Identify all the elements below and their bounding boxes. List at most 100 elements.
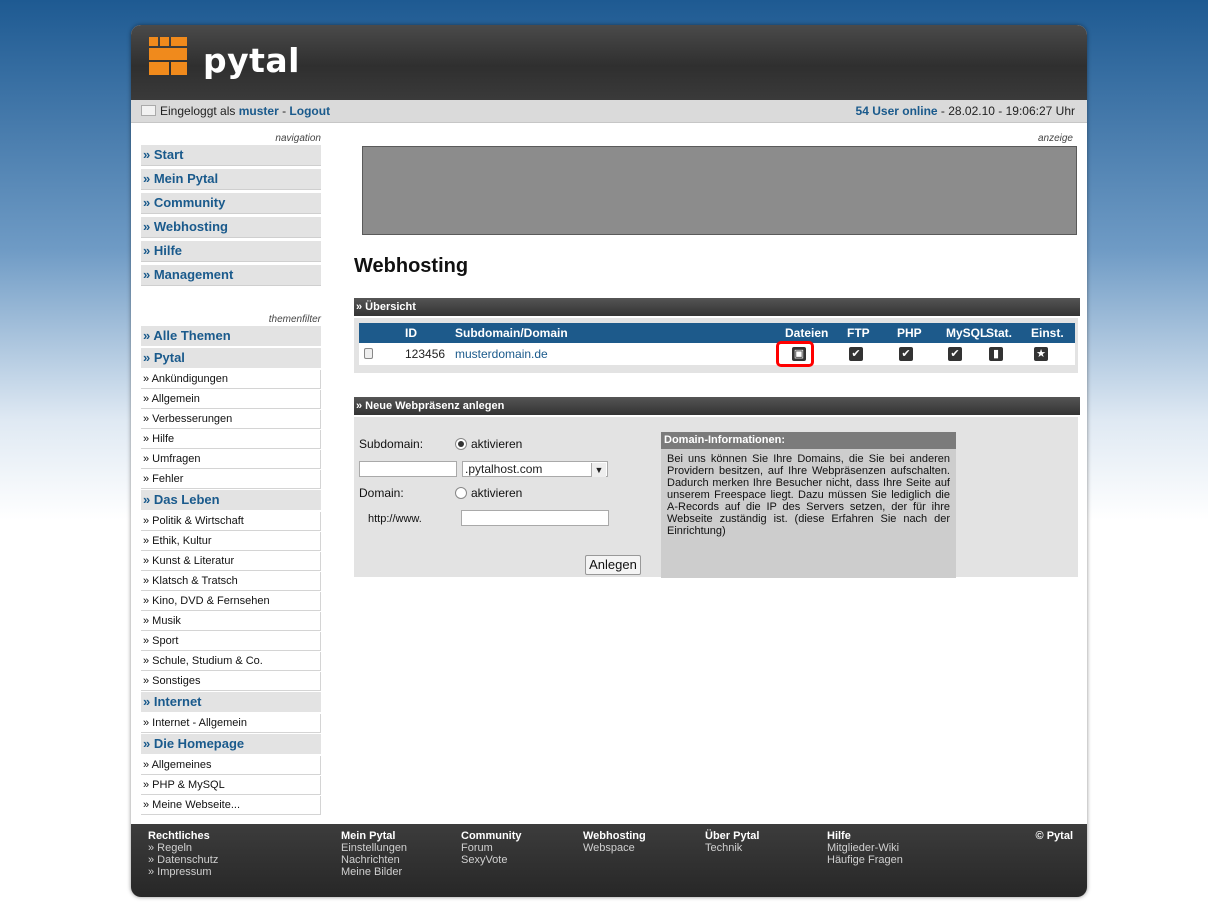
topic-item[interactable]: » Fehler	[141, 470, 321, 489]
footer-link[interactable]: Technik	[705, 842, 759, 854]
nav-community[interactable]: » Community	[141, 193, 321, 214]
settings-star-icon[interactable]: ★	[1034, 347, 1048, 361]
footer-col-community: Community Forum SexyVote	[461, 830, 522, 866]
nav-management[interactable]: » Management	[141, 265, 321, 286]
footer-col-hilfe: Hilfe Mitglieder-Wiki Häufige Fragen	[827, 830, 903, 866]
sidebar: navigation » Start » Mein Pytal » Commun…	[141, 133, 321, 816]
new-site-section-header: » Neue Webpräsenz anlegen	[354, 397, 1080, 415]
host-select-value: .pytalhost.com	[465, 462, 543, 476]
col-id: ID	[405, 326, 417, 340]
users-online-link[interactable]: 54 User online	[856, 104, 938, 118]
col-settings: Einst.	[1031, 326, 1064, 340]
footer-link[interactable]: Häufige Fragen	[827, 854, 903, 866]
footer-link[interactable]: Einstellungen	[341, 842, 407, 854]
delete-bin-icon[interactable]	[364, 348, 373, 359]
files-highlight	[776, 341, 814, 367]
footer-heading: Community	[461, 830, 522, 842]
col-files: Dateien	[785, 326, 829, 340]
footer-link[interactable]: Mitglieder-Wiki	[827, 842, 903, 854]
footer: Rechtliches » Regeln » Datenschutz » Imp…	[131, 824, 1087, 897]
topic-group-das-leben[interactable]: » Das Leben	[141, 490, 321, 510]
nav-webhosting[interactable]: » Webhosting	[141, 217, 321, 238]
topic-item[interactable]: » Schule, Studium & Co.	[141, 652, 321, 671]
php-check-icon[interactable]: ✔	[899, 347, 913, 361]
footer-link[interactable]: Meine Bilder	[341, 866, 407, 878]
pytal-logo-icon[interactable]	[149, 37, 187, 75]
row-id: 123456	[405, 347, 446, 361]
stats-chart-icon[interactable]: ▮	[989, 347, 1003, 361]
chevron-down-icon[interactable]: ▼	[591, 463, 606, 477]
footer-link[interactable]: Forum	[461, 842, 522, 854]
header: pytal	[131, 25, 1087, 100]
host-select[interactable]: .pytalhost.com ▼	[462, 461, 608, 477]
topic-item[interactable]: » Umfragen	[141, 450, 321, 469]
topic-item[interactable]: » Allgemein	[141, 390, 321, 409]
footer-link[interactable]: » Datenschutz	[148, 854, 218, 866]
topic-item[interactable]: » Allgemeines	[141, 756, 321, 775]
footer-link[interactable]: Nachrichten	[341, 854, 407, 866]
table-header: ID Subdomain/Domain Dateien FTP PHP MySQ…	[359, 323, 1075, 343]
table-row: 123456 musterdomain.de ▣ ✔ ✔ ✔ ▮ ★	[359, 343, 1075, 365]
brand-name[interactable]: pytal	[203, 41, 300, 80]
topic-item[interactable]: » Ankündigungen	[141, 370, 321, 389]
domain-info-text: Bei uns können Sie Ihre Domains, die Sie…	[667, 453, 950, 537]
topic-item[interactable]: » Ethik, Kultur	[141, 532, 321, 551]
domain-input[interactable]	[461, 510, 609, 526]
nav-mein-pytal[interactable]: » Mein Pytal	[141, 169, 321, 190]
status-bar: Eingeloggt als muster - Logout 54 User o…	[131, 100, 1087, 123]
page-title: Webhosting	[354, 255, 469, 277]
footer-col-webhosting: Webhosting Webspace	[583, 830, 646, 854]
domain-label: Domain:	[359, 486, 404, 500]
footer-col-mein-pytal: Mein Pytal Einstellungen Nachrichten Mei…	[341, 830, 407, 878]
topic-item[interactable]: » Hilfe	[141, 430, 321, 449]
username-link[interactable]: muster	[239, 104, 279, 118]
topic-item[interactable]: » PHP & MySQL	[141, 776, 321, 795]
topic-item[interactable]: » Klatsch & Tratsch	[141, 572, 321, 591]
nav-start[interactable]: » Start	[141, 145, 321, 166]
topic-item[interactable]: » Kino, DVD & Fernsehen	[141, 592, 321, 611]
nav-hilfe[interactable]: » Hilfe	[141, 241, 321, 262]
domain-activate-option[interactable]: aktivieren	[455, 486, 522, 500]
topic-item[interactable]: » Musik	[141, 612, 321, 631]
topic-item[interactable]: » Politik & Wirtschaft	[141, 512, 321, 531]
topic-group-pytal[interactable]: » Pytal	[141, 348, 321, 368]
page-frame: pytal Eingeloggt als muster - Logout 54 …	[131, 25, 1087, 897]
col-ftp: FTP	[847, 326, 870, 340]
overview-panel: ID Subdomain/Domain Dateien FTP PHP MySQ…	[354, 318, 1078, 373]
topic-item[interactable]: » Kunst & Literatur	[141, 552, 321, 571]
mail-icon[interactable]	[141, 105, 156, 117]
subdomain-input[interactable]	[359, 461, 457, 477]
footer-link[interactable]: » Impressum	[148, 866, 218, 878]
topic-item[interactable]: » Meine Webseite...	[141, 796, 321, 815]
logout-link[interactable]: Logout	[289, 104, 330, 118]
footer-link[interactable]: Webspace	[583, 842, 646, 854]
topic-item[interactable]: » Internet - Allgemein	[141, 714, 321, 733]
topic-item[interactable]: » Sport	[141, 632, 321, 651]
login-status: Eingeloggt als muster - Logout	[141, 100, 330, 122]
topic-item[interactable]: » Sonstiges	[141, 672, 321, 691]
subdomain-radio[interactable]	[455, 437, 467, 450]
create-button[interactable]: Anlegen	[585, 555, 641, 575]
row-domain-link[interactable]: musterdomain.de	[455, 343, 548, 365]
footer-link[interactable]: » Regeln	[148, 842, 218, 854]
footer-link[interactable]: SexyVote	[461, 854, 522, 866]
subdomain-activate-option[interactable]: aktivieren	[455, 437, 522, 451]
col-domain: Subdomain/Domain	[455, 326, 568, 340]
online-status: 54 User online - 28.02.10 - 19:06:27 Uhr	[856, 100, 1075, 122]
login-separator: -	[278, 104, 290, 118]
ad-banner[interactable]	[362, 146, 1077, 235]
mysql-check-icon[interactable]: ✔	[948, 347, 962, 361]
overview-section-header: » Übersicht	[354, 298, 1080, 316]
footer-heading: Webhosting	[583, 830, 646, 842]
topic-group-internet[interactable]: » Internet	[141, 692, 321, 712]
date-time: - 28.02.10 - 19:06:27 Uhr	[937, 104, 1075, 118]
footer-heading: Hilfe	[827, 830, 851, 842]
col-mysql: MySQL	[946, 326, 988, 340]
domain-radio[interactable]	[455, 486, 467, 499]
topic-item[interactable]: » Verbesserungen	[141, 410, 321, 429]
ftp-check-icon[interactable]: ✔	[849, 347, 863, 361]
domain-info-box: Domain-Informationen: Bei uns können Sie…	[661, 432, 956, 578]
col-php: PHP	[897, 326, 922, 340]
topic-group-die-homepage[interactable]: » Die Homepage	[141, 734, 321, 754]
topic-all[interactable]: » Alle Themen	[141, 326, 321, 346]
